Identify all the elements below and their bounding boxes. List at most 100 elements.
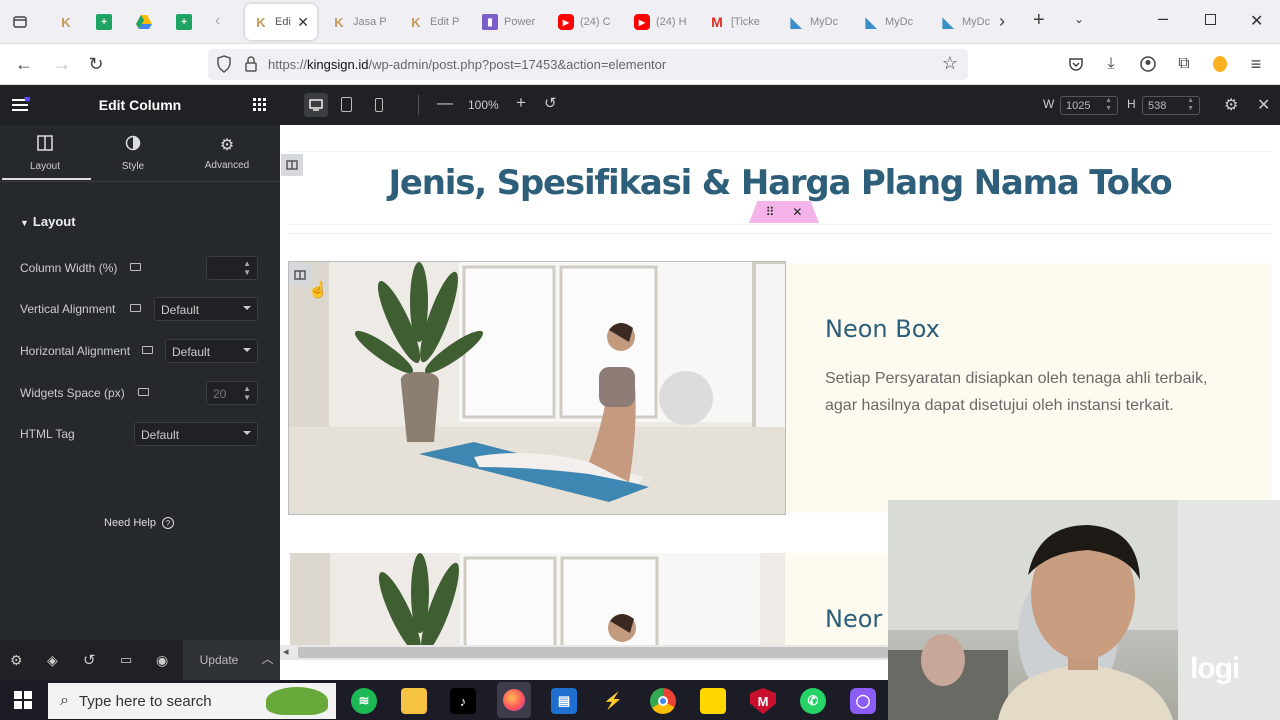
scrollbar-thumb[interactable]: [298, 647, 888, 658]
tab-power[interactable]: ▮ Power: [474, 4, 544, 40]
menu-hamburger-icon[interactable]: ≡: [1244, 52, 1268, 76]
number-spinner-icon[interactable]: ▲ ▼: [243, 259, 251, 277]
tab-youtube-2[interactable]: ▶ (24) H: [626, 4, 698, 40]
tab-youtube-1[interactable]: ▶ (24) C: [550, 4, 622, 40]
file-explorer-icon[interactable]: [401, 688, 427, 714]
tab-gmail[interactable]: M [Ticke: [701, 4, 773, 40]
settings-gear-icon[interactable]: ⚙: [1224, 95, 1238, 115]
responsive-mode-icon[interactable]: ▭: [120, 652, 132, 668]
yoga-photo-1[interactable]: [288, 261, 786, 515]
delete-section-icon[interactable]: ✕: [792, 205, 802, 219]
forward-arrow-icon[interactable]: →: [50, 52, 74, 76]
update-button[interactable]: Update: [183, 640, 255, 680]
list-all-tabs-icon[interactable]: ⌄: [1074, 12, 1084, 26]
screen-recorder-icon[interactable]: ◯: [850, 688, 876, 714]
reload-icon[interactable]: ↻: [84, 52, 108, 76]
url-bar[interactable]: https://kingsign.id/wp-admin/post.php?po…: [208, 49, 968, 80]
pinned-sheets-icon[interactable]: +: [96, 14, 112, 30]
vertical-alignment-select[interactable]: Default: [154, 297, 258, 321]
section-controls[interactable]: ⠿ ✕: [749, 201, 819, 223]
back-arrow-icon[interactable]: ←: [12, 52, 36, 76]
yoga-photo-2[interactable]: [290, 553, 786, 653]
tab-mydc-1[interactable]: ◣ MyDc: [780, 4, 852, 40]
minimize-icon[interactable]: –: [1158, 8, 1168, 29]
need-help-link[interactable]: Need Help ?: [104, 517, 174, 529]
horizontal-alignment-label: Horizontal Alignment: [20, 344, 131, 358]
close-icon[interactable]: ✕: [1257, 95, 1270, 115]
tab-edit-page[interactable]: K Edit P: [400, 4, 470, 40]
layers-icon[interactable]: ◈: [47, 652, 58, 669]
tab-mydc-2[interactable]: ◣ MyDc: [855, 4, 927, 40]
spotify-icon[interactable]: ≋: [351, 688, 377, 714]
tablet-device-icon[interactable]: [341, 97, 352, 112]
card1-description[interactable]: Setiap Persyaratan disiapkan oleh tenaga…: [825, 365, 1225, 419]
tiktok-icon[interactable]: ♪: [450, 688, 476, 714]
html-tag-select[interactable]: Default: [134, 422, 258, 446]
section-layout-toggle[interactable]: ▼ Layout: [20, 214, 76, 229]
taskbar-search-box[interactable]: ⌕ Type here to search: [48, 683, 336, 719]
shield-icon[interactable]: [216, 55, 232, 76]
tab-mydc-3[interactable]: ◣ MyDc: [932, 4, 992, 40]
card1-title[interactable]: Neon Box: [825, 315, 940, 343]
pinned-sheets-icon-2[interactable]: +: [176, 14, 192, 30]
history-icon[interactable]: ↺: [83, 651, 96, 669]
close-window-icon[interactable]: ✕: [1250, 11, 1263, 31]
bookmark-star-icon[interactable]: ☆: [942, 53, 958, 74]
responsive-monitor-icon[interactable]: [142, 346, 153, 354]
preview-eye-icon[interactable]: ◉: [156, 652, 168, 669]
select-arrow-icon: [243, 306, 251, 310]
tab-scroll-left-icon[interactable]: ‹: [215, 12, 220, 30]
responsive-monitor-icon[interactable]: [138, 388, 149, 396]
number-spinner-icon[interactable]: ▲ ▼: [1187, 97, 1194, 113]
windows-start-icon[interactable]: [14, 691, 32, 712]
panel-header: Edit Column: [0, 85, 280, 125]
tab-style[interactable]: Style: [88, 135, 178, 172]
lightning-app-icon[interactable]: ⚡: [600, 688, 626, 714]
width-input[interactable]: 1025 ▲ ▼: [1060, 96, 1118, 115]
chrome-icon[interactable]: [650, 688, 676, 714]
zoom-in-icon[interactable]: +: [516, 93, 526, 113]
horizontal-alignment-select[interactable]: Default: [165, 339, 258, 363]
close-tab-icon[interactable]: ✕: [297, 14, 309, 31]
number-spinner-icon[interactable]: ▲ ▼: [1105, 97, 1112, 113]
firefox-relay-icon[interactable]: [1208, 52, 1232, 76]
tab-layout[interactable]: Layout: [0, 135, 90, 172]
lock-icon[interactable]: [244, 55, 258, 76]
account-icon[interactable]: [1136, 52, 1160, 76]
pocket-icon[interactable]: [1064, 52, 1088, 76]
reset-zoom-icon[interactable]: ↺: [544, 94, 557, 112]
desktop-device-icon[interactable]: [304, 93, 328, 117]
number-spinner-icon[interactable]: ▲ ▼: [243, 384, 251, 402]
zoom-out-icon[interactable]: —: [437, 95, 453, 113]
whatsapp-icon[interactable]: ✆: [800, 688, 826, 714]
tab-advanced[interactable]: ⚙ Advanced: [182, 135, 272, 171]
widgets-space-input[interactable]: 20 ▲ ▼: [206, 381, 258, 405]
pinned-elementor-icon[interactable]: K: [58, 14, 74, 30]
tab-scroll-right-icon[interactable]: ›: [999, 11, 1005, 32]
tab-list-icon[interactable]: [8, 10, 32, 34]
firefox-taskbar-icon[interactable]: [497, 682, 531, 718]
outlook-calendar-icon[interactable]: ▤: [551, 688, 577, 714]
download-icon[interactable]: ⤓: [1099, 52, 1123, 76]
restore-icon[interactable]: [1205, 14, 1216, 25]
settings-gear-icon[interactable]: ⚙: [10, 652, 23, 669]
height-input[interactable]: 538 ▲ ▼: [1142, 96, 1200, 115]
extensions-icon[interactable]: ⧉: [1172, 52, 1196, 76]
mobile-device-icon[interactable]: [375, 98, 383, 112]
new-tab-icon[interactable]: +: [1033, 9, 1045, 32]
page-heading[interactable]: Jenis, Spesifikasi & Harga Plang Nama To…: [280, 163, 1280, 203]
drag-handle-icon[interactable]: ⠿: [766, 205, 775, 219]
column-width-input[interactable]: ▲ ▼: [206, 256, 258, 280]
scroll-left-arrow-icon[interactable]: ◂: [283, 645, 289, 658]
card2-title[interactable]: Neor: [825, 605, 882, 633]
pinned-drive-icon[interactable]: [136, 14, 152, 30]
widgets-grid-icon[interactable]: [252, 97, 268, 116]
sticky-notes-icon[interactable]: [700, 688, 726, 714]
tab-jasa[interactable]: K Jasa P: [323, 4, 393, 40]
responsive-monitor-icon[interactable]: [130, 304, 141, 312]
webcam-overlay: logi: [888, 500, 1280, 720]
select-arrow-icon: [243, 431, 251, 435]
responsive-monitor-icon[interactable]: [130, 263, 141, 271]
tab-active-edit[interactable]: K Edi ✕: [245, 4, 317, 40]
update-options-caret-icon[interactable]: ︿: [255, 640, 280, 680]
